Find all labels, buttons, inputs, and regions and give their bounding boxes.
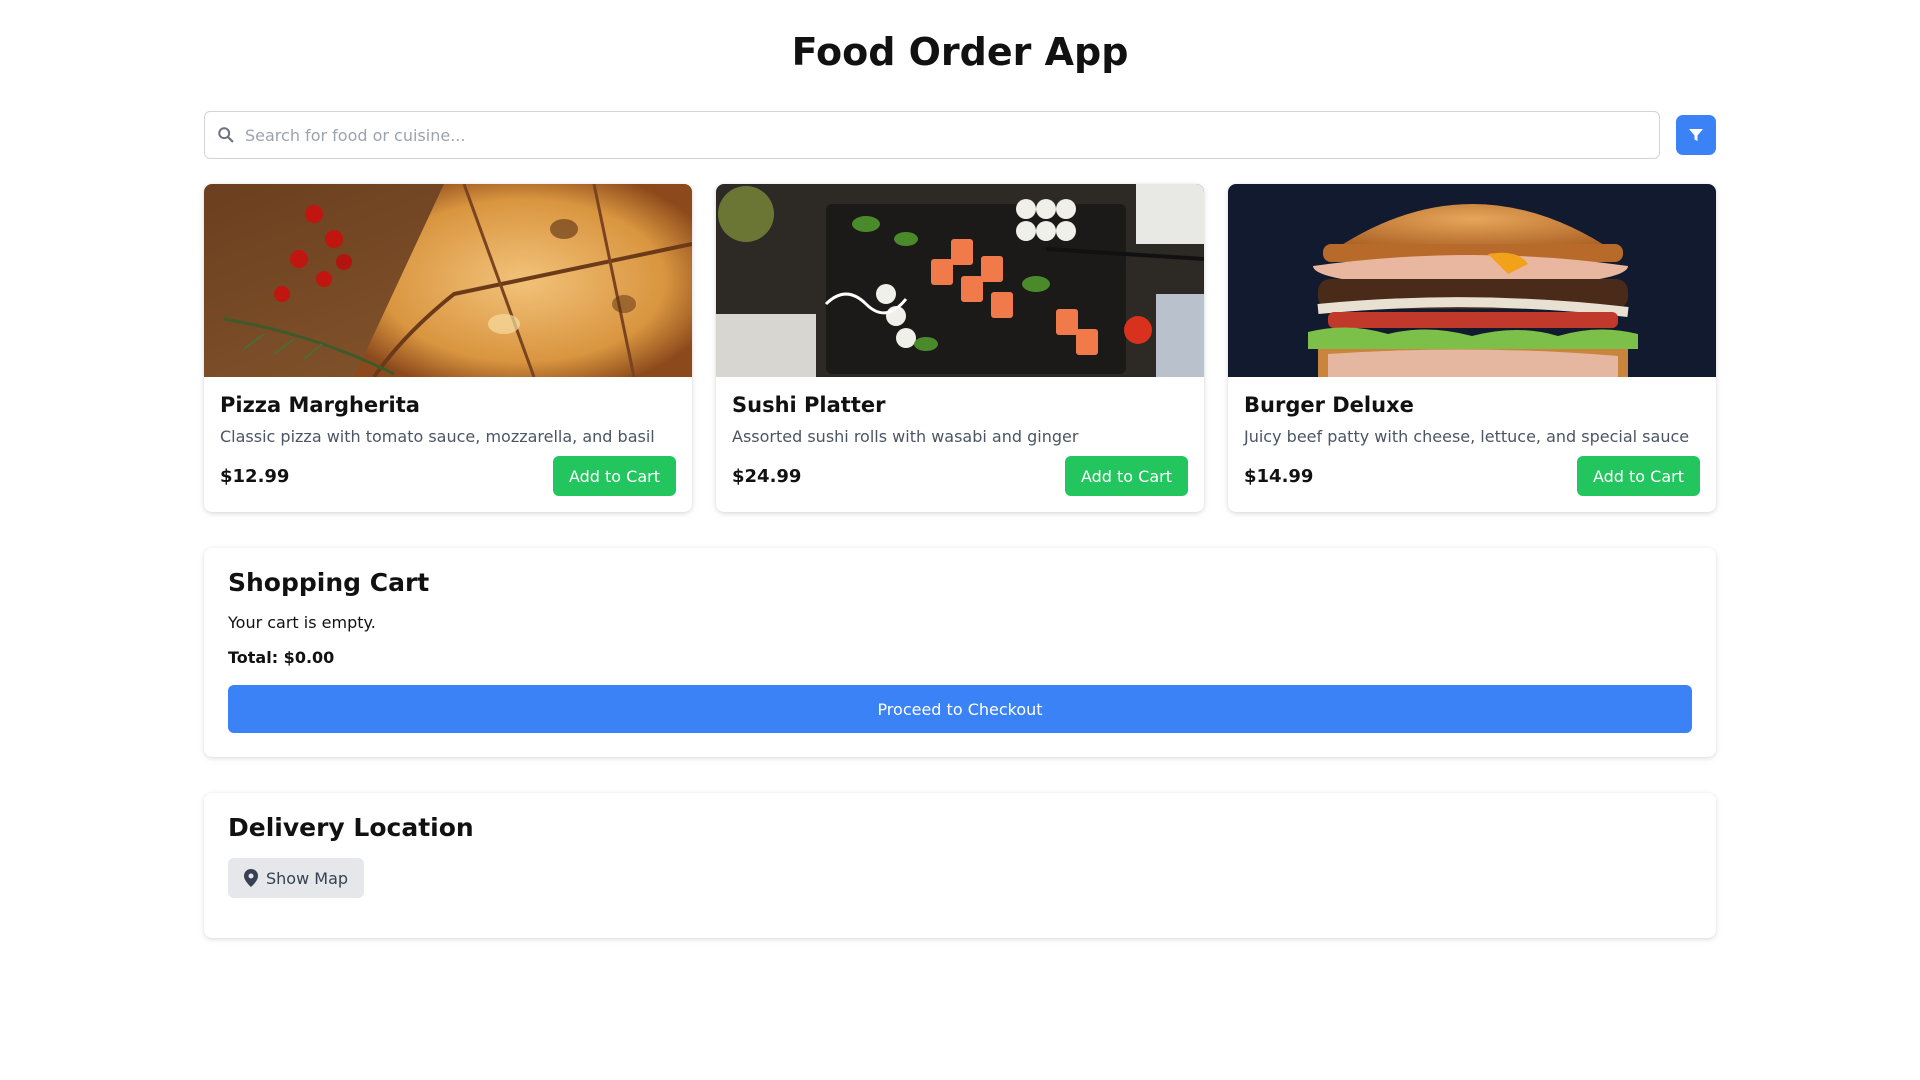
delivery-location-panel: Delivery Location Show Map <box>204 793 1716 938</box>
card-title: Sushi Platter <box>732 393 886 417</box>
card-footer: $12.99 Add to Cart <box>220 456 676 496</box>
card-price: $12.99 <box>220 465 290 487</box>
map-pin-icon <box>244 869 258 887</box>
search-input[interactable] <box>235 112 1659 158</box>
menu-card-burger: Burger Deluxe Juicy beef patty with chee… <box>1228 184 1716 512</box>
menu-card-sushi: Sushi Platter Assorted sushi rolls with … <box>716 184 1204 512</box>
menu-card-pizza: Pizza Margherita Classic pizza with toma… <box>204 184 692 512</box>
card-title: Burger Deluxe <box>1244 393 1414 417</box>
card-description: Assorted sushi rolls with wasabi and gin… <box>732 427 1079 446</box>
burger-image <box>1228 184 1716 377</box>
card-description: Juicy beef patty with cheese, lettuce, a… <box>1244 427 1690 446</box>
card-footer: $24.99 Add to Cart <box>732 456 1188 496</box>
menu-grid: Pizza Margherita Classic pizza with toma… <box>204 184 1716 512</box>
sushi-image <box>716 184 1204 377</box>
cart-title: Shopping Cart <box>228 568 430 597</box>
card-price: $14.99 <box>1244 465 1314 487</box>
search-row <box>204 110 1716 160</box>
filter-button[interactable] <box>1676 115 1716 155</box>
delivery-title: Delivery Location <box>228 813 474 842</box>
add-to-cart-button[interactable]: Add to Cart <box>1064 456 1188 496</box>
pizza-image <box>204 184 692 377</box>
search-box[interactable] <box>204 111 1660 159</box>
cart-empty-message: Your cart is empty. <box>228 613 376 632</box>
shopping-cart-panel: Shopping Cart Your cart is empty. Total:… <box>204 548 1716 757</box>
card-title: Pizza Margherita <box>220 393 420 417</box>
show-map-button[interactable]: Show Map <box>228 858 365 898</box>
filter-icon <box>1689 129 1703 141</box>
search-icon <box>218 127 234 143</box>
checkout-button[interactable]: Proceed to Checkout <box>228 685 1692 733</box>
card-body: Burger Deluxe Juicy beef patty with chee… <box>1228 377 1716 512</box>
card-description: Classic pizza with tomato sauce, mozzare… <box>220 427 655 446</box>
show-map-label: Show Map <box>266 868 349 888</box>
app-container: Food Order App Search for food or cuisin… <box>204 0 1716 938</box>
card-body: Sushi Platter Assorted sushi rolls with … <box>716 377 1204 512</box>
add-to-cart-button[interactable]: Add to Cart <box>552 456 676 496</box>
page-title: Food Order App <box>791 30 1129 74</box>
card-body: Pizza Margherita Classic pizza with toma… <box>204 377 692 512</box>
cart-total: Total: $0.00 <box>228 648 335 667</box>
card-footer: $14.99 Add to Cart <box>1244 456 1700 496</box>
card-price: $24.99 <box>732 465 802 487</box>
add-to-cart-button[interactable]: Add to Cart <box>1576 456 1700 496</box>
